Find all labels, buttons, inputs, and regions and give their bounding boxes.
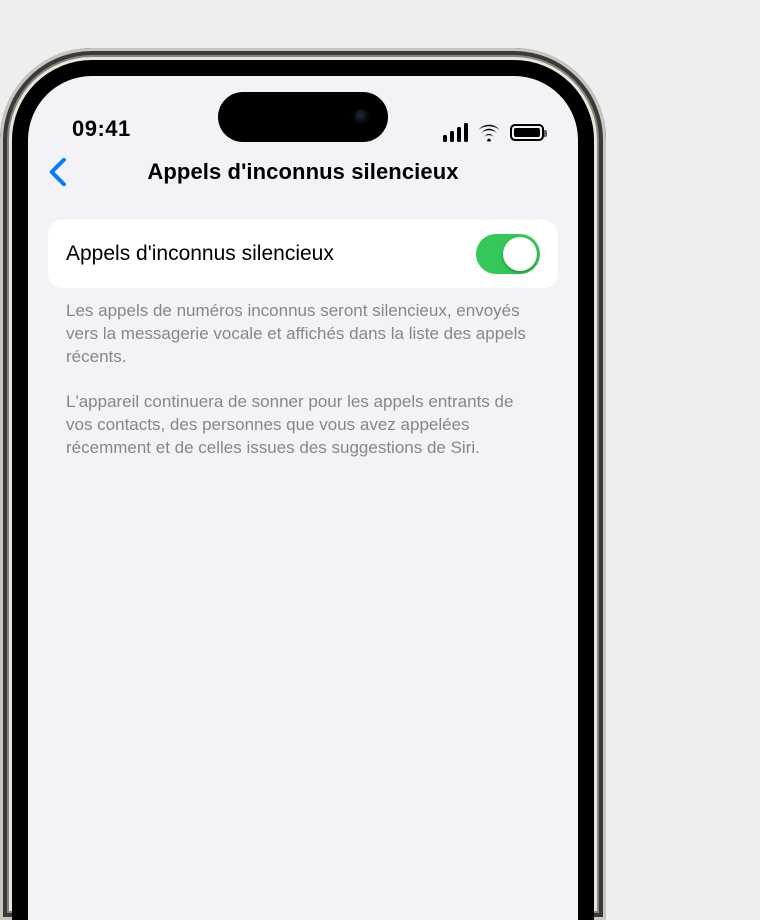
- status-time: 09:41: [72, 116, 192, 142]
- content-area: Appels d'inconnus silencieux Les appels …: [28, 200, 578, 460]
- description-paragraph-2: L'appareil continuera de sonner pour les…: [66, 391, 540, 460]
- setting-description: Les appels de numéros inconnus seront si…: [48, 288, 558, 460]
- cellular-signal-icon: [443, 123, 469, 142]
- status-indicators: [443, 123, 545, 142]
- battery-icon: [510, 124, 544, 141]
- screen: 09:41: [28, 76, 578, 920]
- silence-unknown-callers-toggle[interactable]: [476, 234, 540, 274]
- silence-unknown-callers-row[interactable]: Appels d'inconnus silencieux: [48, 220, 558, 288]
- phone-frame: 09:41: [0, 48, 606, 920]
- description-paragraph-1: Les appels de numéros inconnus seront si…: [66, 300, 540, 369]
- dynamic-island: [218, 92, 388, 142]
- page-title: Appels d'inconnus silencieux: [147, 159, 458, 185]
- wifi-icon: [477, 124, 501, 142]
- chevron-left-icon: [49, 158, 66, 186]
- toggle-label: Appels d'inconnus silencieux: [66, 242, 334, 266]
- back-button[interactable]: [42, 157, 72, 187]
- navigation-bar: Appels d'inconnus silencieux: [28, 144, 578, 200]
- toggle-knob: [503, 237, 537, 271]
